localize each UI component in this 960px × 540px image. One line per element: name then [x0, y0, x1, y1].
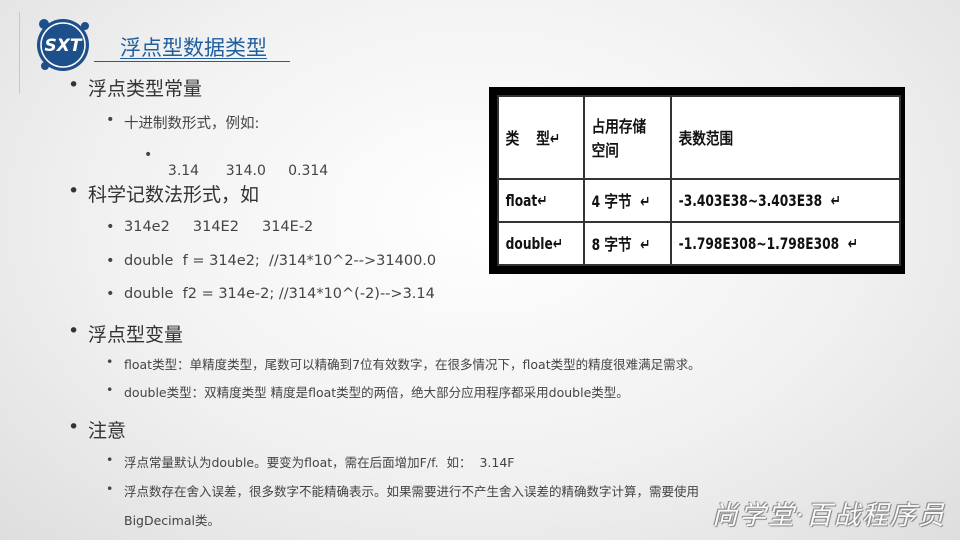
section-heading-float-variables: 浮点型变量: [68, 320, 183, 347]
section-heading-float-constants: 浮点类型常量: [68, 74, 202, 101]
bigdecimal-note: BigDecimal类。: [124, 513, 220, 528]
float-type-note: float类型：单精度类型，尾数可以精确到7位有效数字，在很多情况下，float…: [106, 354, 701, 373]
table-cell: 4 字节 ↵: [582, 177, 659, 223]
table-header-cell: 占用存储空间: [582, 95, 659, 180]
table-header-cell: 类 型↵: [497, 95, 572, 180]
table-cell: -3.403E38~3.403E38 ↵: [669, 177, 867, 223]
sxt-logo: SXT: [37, 19, 89, 71]
page-title: 浮点型数据类型: [120, 36, 267, 60]
table-header-row: 类 型↵ 占用存储空间 表数范围: [497, 95, 900, 180]
watermark: 尚学堂·百战程序员: [711, 501, 946, 531]
section-heading-scientific: 科学记数法形式，如: [68, 180, 259, 207]
table-cell: 8 字节 ↵: [582, 220, 659, 267]
logo-divider: [19, 12, 20, 94]
default-double-note: 浮点常量默认为double。要变为float，需在后面增加F/f. 如： 3.1…: [106, 452, 514, 471]
table-cell: -1.798E308~1.798E308 ↵: [669, 220, 867, 267]
sci-example-3: double f2 = 314e-2; //314*10^(-2)-->3.14: [106, 286, 435, 302]
logo-text: SXT: [45, 36, 83, 56]
table-row: float↵ 4 字节 ↵ -3.403E38~3.403E38 ↵: [497, 177, 900, 223]
table-cell: double↵: [497, 220, 572, 267]
table-cell: float↵: [497, 177, 572, 223]
decimal-form-item: 十进制数形式，例如:: [106, 112, 259, 133]
sci-example-2: double f = 314e2; //314*10^2-->31400.0: [106, 253, 436, 269]
rounding-error-note: 浮点数存在舍入误差，很多数字不能精确表示。如果需要进行不产生舍入误差的精确数字计…: [106, 481, 699, 500]
float-types-table: 类 型↵ 占用存储空间 表数范围 float↵ 4 字节 ↵ -3.403E38…: [489, 87, 905, 274]
title-underline: [94, 61, 290, 62]
table-header-cell: 表数范围: [669, 95, 867, 180]
table-row: double↵ 8 字节 ↵ -1.798E308~1.798E308 ↵: [497, 220, 900, 267]
sci-example-1: 314e2 314E2 314E-2: [106, 219, 313, 235]
double-type-note: double类型：双精度类型 精度是float类型的两倍，绝大部分应用程序都采用…: [106, 382, 629, 401]
decimal-examples: 3.14 314.0 0.314: [144, 147, 328, 179]
section-heading-attention: 注意: [68, 416, 126, 443]
